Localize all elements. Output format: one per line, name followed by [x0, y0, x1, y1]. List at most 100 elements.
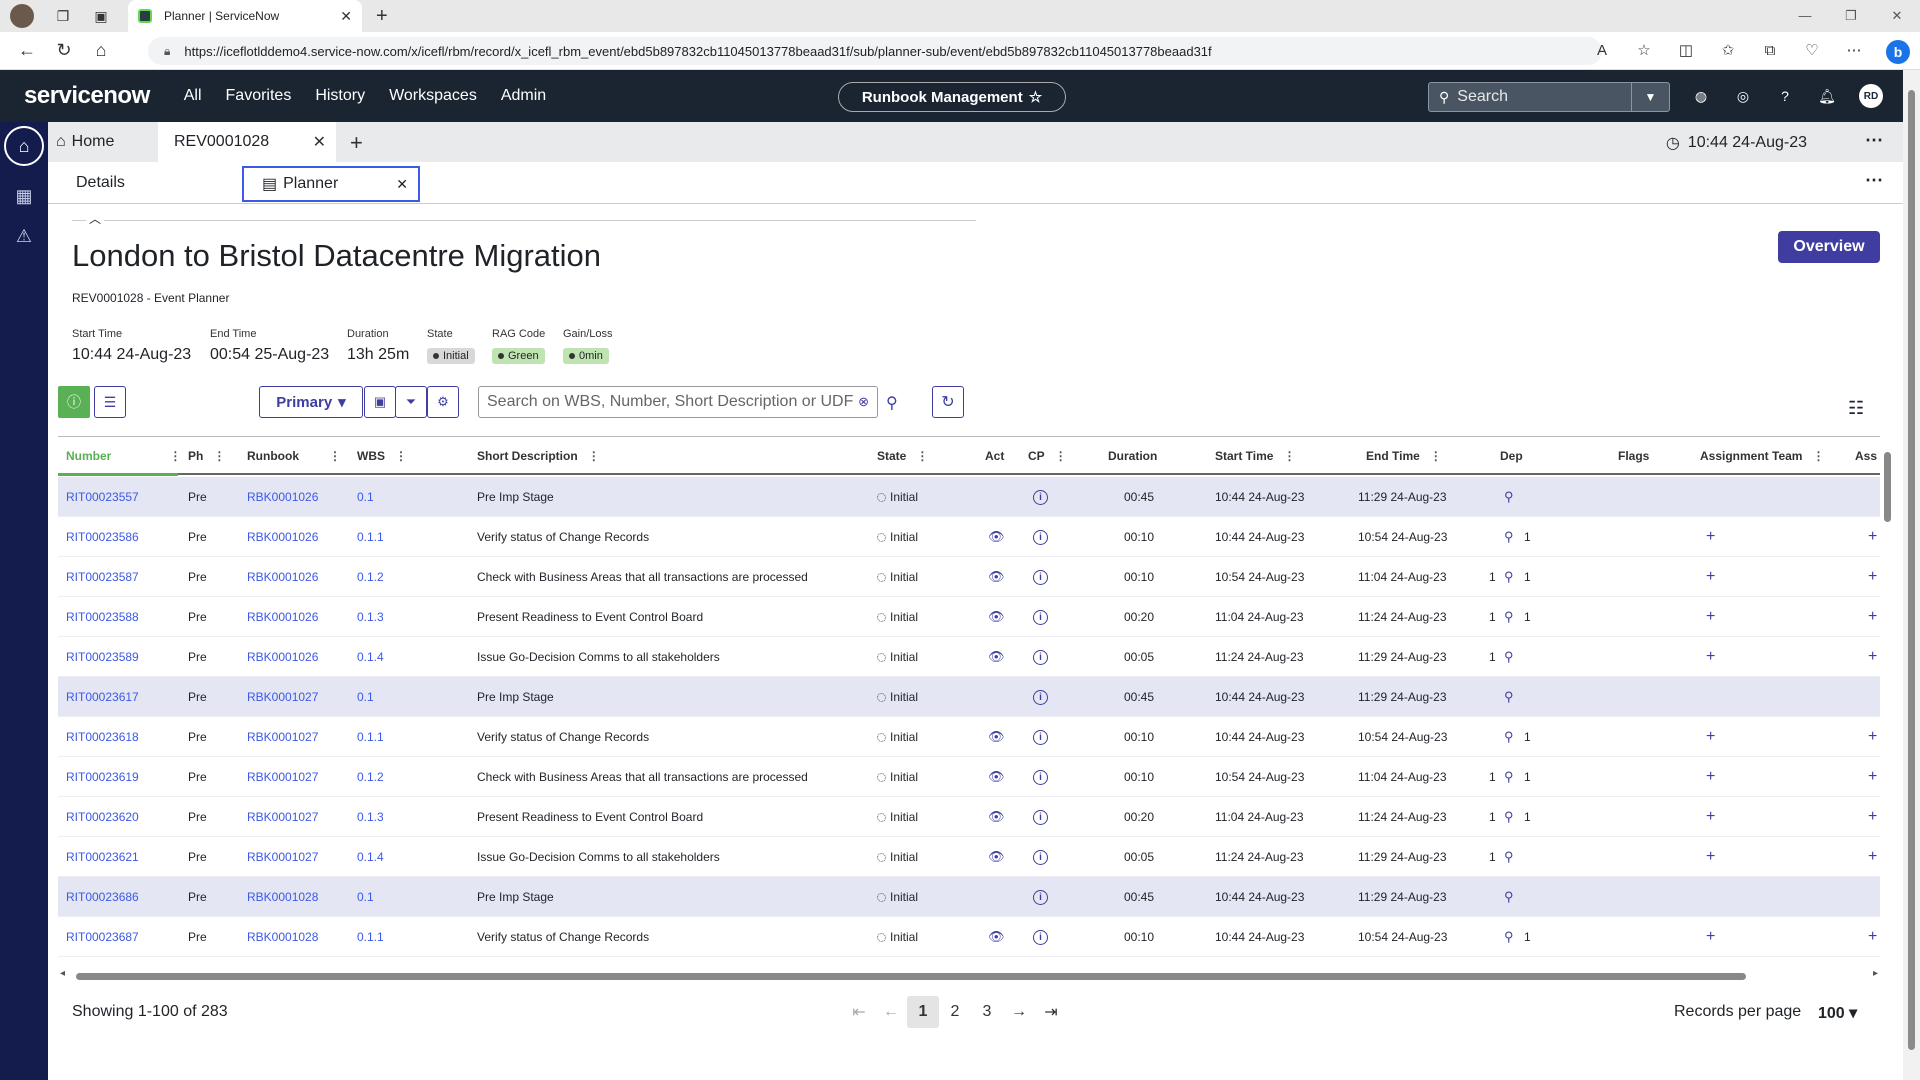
add-team-icon[interactable]: + — [1706, 597, 1715, 637]
scroll-thumb[interactable] — [1884, 452, 1891, 522]
add-assignee-icon[interactable]: + — [1868, 557, 1877, 597]
row-number-link[interactable]: RIT00023620 — [66, 797, 139, 837]
copilot-icon[interactable]: b — [1886, 40, 1910, 64]
help-icon[interactable]: ? — [1775, 86, 1795, 106]
dependency-icon[interactable]: ⚲ — [1504, 717, 1514, 757]
refresh-button[interactable]: ↻ — [932, 386, 964, 418]
global-search[interactable]: ⚲ Search ▼ — [1428, 82, 1670, 112]
table-row[interactable]: RIT00023587 Pre RBK0001026 0.1.2 Check with … — [58, 557, 1880, 597]
restore-icon[interactable]: ❐ — [1828, 0, 1874, 32]
row-wbs-link[interactable]: 0.1 — [357, 877, 374, 917]
read-aloud-icon[interactable]: A — [1592, 40, 1612, 60]
table-row[interactable]: RIT00023687 Pre RBK0001028 0.1.1 Verify stat… — [58, 917, 1880, 957]
row-runbook-link[interactable]: RBK0001027 — [247, 677, 318, 717]
add-team-icon[interactable]: + — [1706, 917, 1715, 957]
next-page-icon[interactable]: → — [1003, 996, 1035, 1028]
settings-button[interactable]: ⚙ — [427, 386, 459, 418]
info-icon[interactable]: i — [1033, 477, 1048, 517]
workspaces-icon[interactable]: ❐ — [54, 7, 72, 25]
col-flags[interactable]: Flags — [1618, 437, 1649, 475]
more-icon[interactable]: ⋯ — [1865, 170, 1883, 191]
warning-icon[interactable]: ⚠ — [14, 226, 34, 246]
view-icon[interactable]: 👁︎ — [988, 517, 1005, 557]
table-row[interactable]: RIT00023619 Pre RBK0001027 0.1.2 Check with … — [58, 757, 1880, 797]
dependency-icon[interactable]: ⚲ — [1504, 517, 1514, 557]
minimize-icon[interactable]: — — [1782, 0, 1828, 32]
col-state[interactable]: State ⋮ — [877, 437, 928, 475]
filter-button[interactable]: ⏷ — [395, 386, 427, 418]
row-runbook-link[interactable]: RBK0001028 — [247, 877, 318, 917]
info-icon[interactable]: i — [1033, 917, 1048, 957]
info-toggle-button[interactable]: ⓘ — [58, 386, 90, 418]
table-row[interactable]: RIT00023618 Pre RBK0001027 0.1.1 Verify stat… — [58, 717, 1880, 757]
add-assignee-icon[interactable]: + — [1868, 517, 1877, 557]
page-1[interactable]: 1 — [907, 996, 939, 1028]
dependency-icon[interactable]: ⚲ — [1504, 757, 1514, 797]
row-wbs-link[interactable]: 0.1.2 — [357, 757, 384, 797]
row-number-link[interactable]: RIT00023586 — [66, 517, 139, 557]
home-icon[interactable]: ⌂ — [91, 40, 111, 61]
table-row[interactable]: RIT00023686 Pre RBK0001028 0.1 Pre Imp Stage… — [58, 877, 1880, 917]
add-team-icon[interactable]: + — [1706, 837, 1715, 877]
browser-tab-active[interactable]: Planner | ServiceNow ✕ — [128, 0, 362, 32]
info-icon[interactable]: i — [1033, 877, 1048, 917]
col-wbs[interactable]: WBS ⋮ — [357, 437, 407, 475]
add-assignee-icon[interactable]: + — [1868, 757, 1877, 797]
nav-all[interactable]: All — [184, 87, 202, 105]
info-icon[interactable]: i — [1033, 717, 1048, 757]
row-wbs-link[interactable]: 0.1.2 — [357, 557, 384, 597]
row-runbook-link[interactable]: RBK0001027 — [247, 797, 318, 837]
search-icon[interactable]: ⚲ — [886, 393, 898, 413]
scroll-right-icon[interactable]: ▸ — [1873, 968, 1878, 979]
row-wbs-link[interactable]: 0.1.4 — [357, 837, 384, 877]
tab-record[interactable]: REV0001028 ✕ — [158, 122, 336, 162]
add-assignee-icon[interactable]: + — [1868, 837, 1877, 877]
close-icon[interactable]: ✕ — [313, 132, 326, 152]
view-icon[interactable]: 👁︎ — [988, 597, 1005, 637]
col-cp[interactable]: CP ⋮ — [1028, 437, 1067, 475]
overview-button[interactable]: Overview — [1778, 231, 1880, 263]
back-icon[interactable]: ← — [17, 40, 37, 61]
add-tab-icon[interactable]: + — [350, 130, 363, 156]
servicenow-logo[interactable]: servicenow — [24, 82, 150, 110]
favorites-icon[interactable]: ✩ — [1718, 40, 1738, 60]
add-team-icon[interactable]: + — [1706, 637, 1715, 677]
row-number-link[interactable]: RIT00023618 — [66, 717, 139, 757]
row-runbook-link[interactable]: RBK0001026 — [247, 597, 318, 637]
horizontal-scrollbar[interactable]: ◂ ▸ — [58, 968, 1880, 982]
column-settings-icon[interactable]: ☷ — [1848, 398, 1864, 419]
row-wbs-link[interactable]: 0.1.3 — [357, 797, 384, 837]
more-icon[interactable]: ⋯ — [1865, 130, 1883, 151]
row-number-link[interactable]: RIT00023557 — [66, 477, 139, 517]
star-icon[interactable]: ☆ — [1029, 88, 1042, 106]
col-phase[interactable]: Ph ⋮ — [188, 437, 225, 475]
vertical-scrollbar[interactable] — [1882, 436, 1894, 966]
nav-workspaces[interactable]: Workspaces — [389, 87, 477, 105]
add-assignee-icon[interactable]: + — [1868, 797, 1877, 837]
dependency-icon[interactable]: ⚲ — [1504, 917, 1514, 957]
row-wbs-link[interactable]: 0.1.3 — [357, 597, 384, 637]
add-assignee-icon[interactable]: + — [1868, 917, 1877, 957]
view-icon[interactable]: 👁︎ — [988, 917, 1005, 957]
col-dep[interactable]: Dep — [1500, 437, 1523, 475]
global-search-input[interactable]: Search — [1457, 88, 1631, 106]
info-icon[interactable]: i — [1033, 557, 1048, 597]
new-tab-icon[interactable]: + — [376, 5, 388, 28]
dependency-icon[interactable]: ⚲ — [1504, 477, 1514, 517]
dependency-icon[interactable]: ⚲ — [1504, 557, 1514, 597]
vertical-tabs-icon[interactable]: ▣ — [92, 7, 110, 25]
info-icon[interactable]: i — [1033, 757, 1048, 797]
globe-icon[interactable]: ◍ — [1691, 86, 1711, 106]
row-wbs-link[interactable]: 0.1.1 — [357, 917, 384, 957]
close-tab-icon[interactable]: ✕ — [340, 8, 352, 25]
collections-icon[interactable]: ⧉ — [1760, 40, 1780, 60]
col-duration[interactable]: Duration — [1108, 437, 1157, 475]
clear-search-icon[interactable]: ⊗ — [858, 394, 869, 410]
close-icon[interactable]: ✕ — [396, 176, 408, 193]
scroll-thumb[interactable] — [76, 973, 1746, 980]
scroll-left-icon[interactable]: ◂ — [60, 968, 65, 979]
add-assignee-icon[interactable]: + — [1868, 717, 1877, 757]
table-row[interactable]: RIT00023620 Pre RBK0001027 0.1.3 Present Rea… — [58, 797, 1880, 837]
list-view-button[interactable]: ☰ — [94, 386, 126, 418]
view-icon[interactable]: 👁︎ — [988, 797, 1005, 837]
